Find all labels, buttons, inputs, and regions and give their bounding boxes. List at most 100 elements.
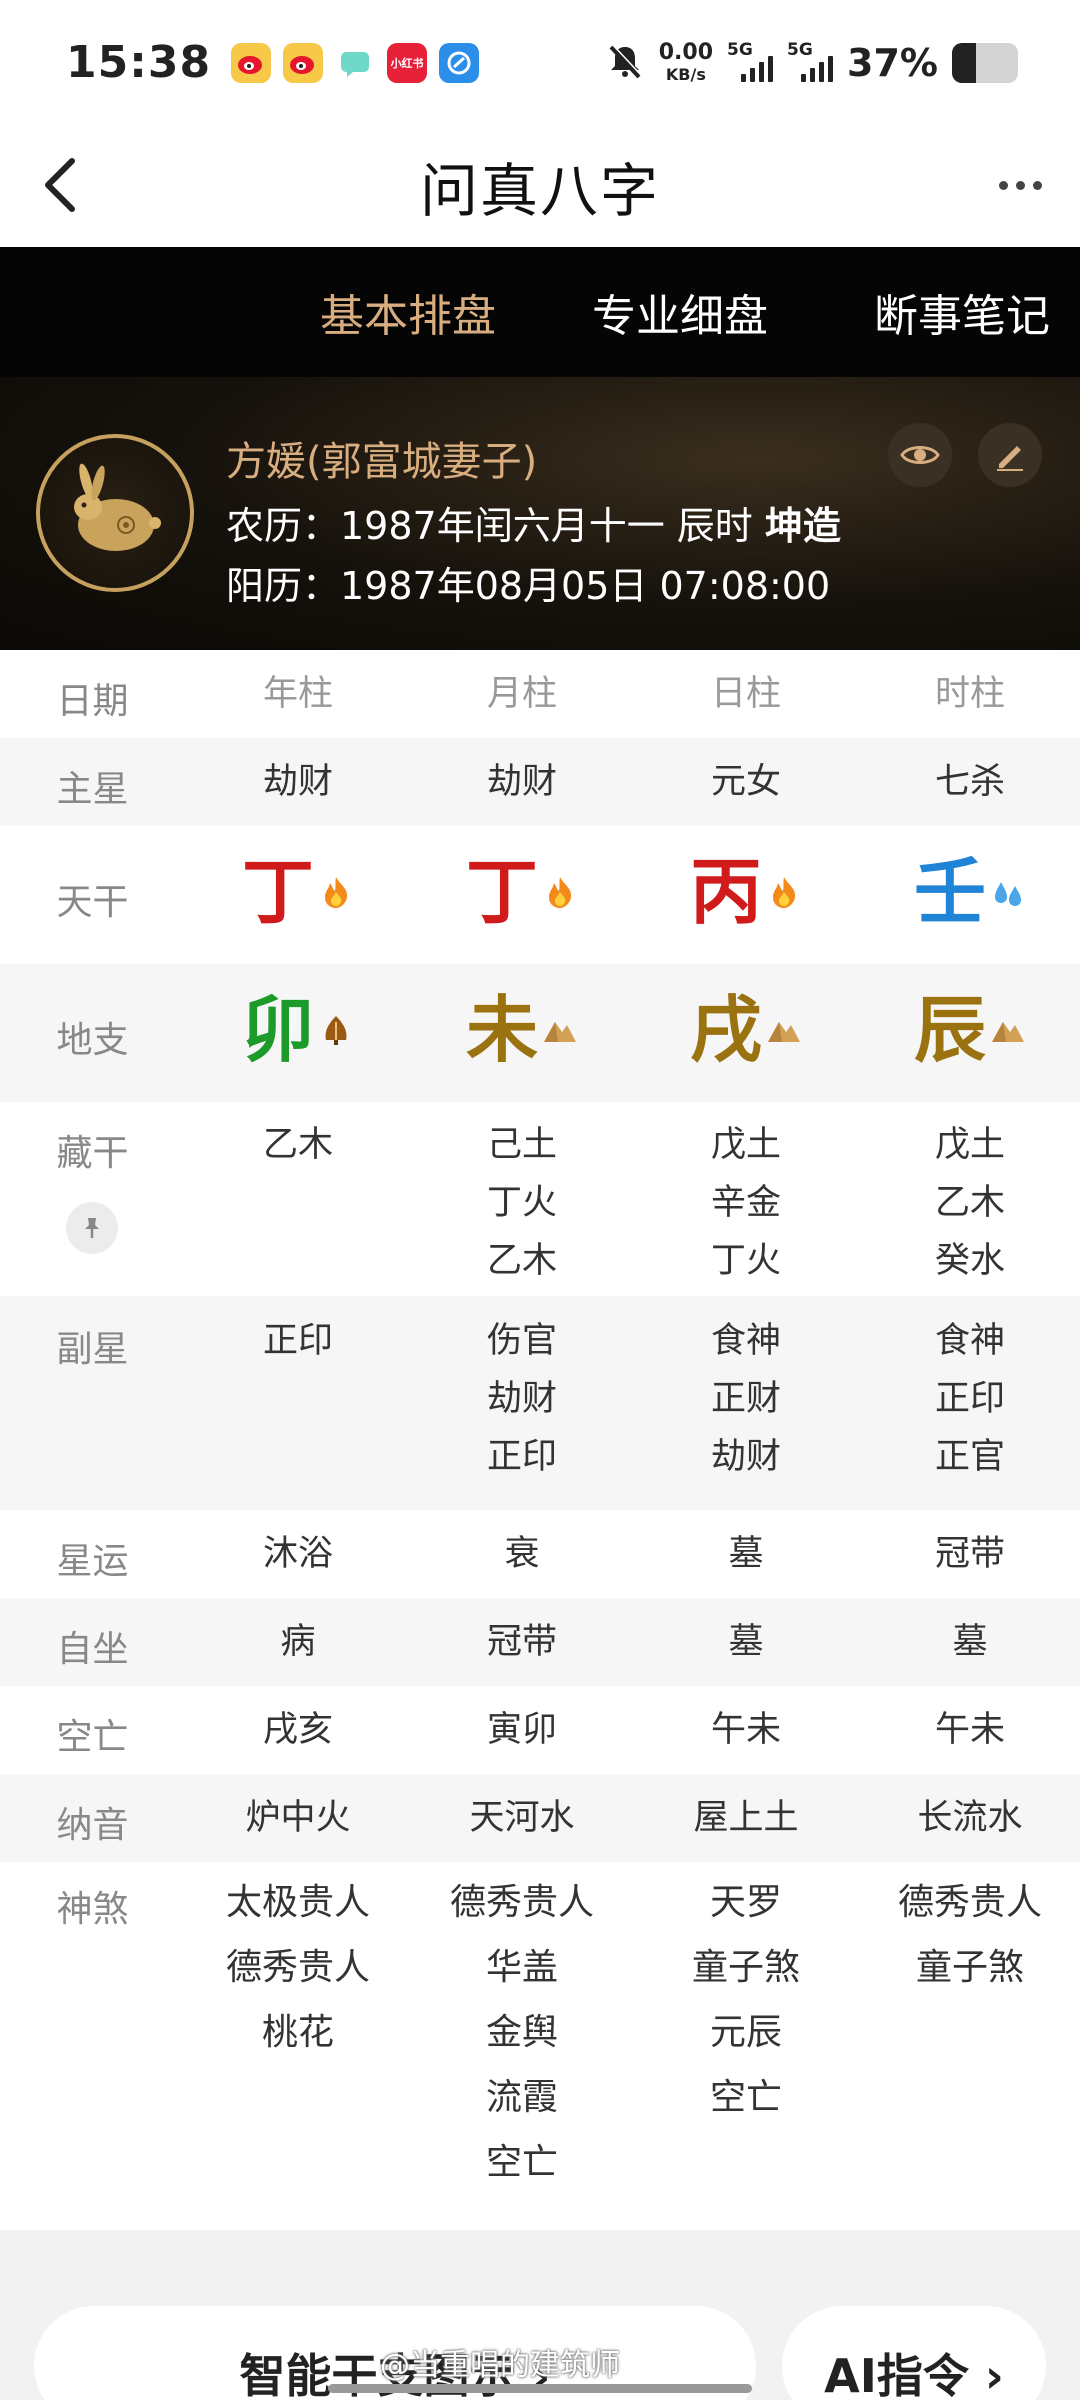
more-options-button[interactable]: [990, 155, 1050, 215]
edit-button[interactable]: [978, 423, 1042, 487]
battery-percent: 37%: [847, 40, 938, 85]
self-seat-cell: 墓: [634, 1613, 858, 1671]
shensha-item[interactable]: 天罗: [634, 1870, 858, 1935]
row-shensha: 神煞 太极贵人 德秀贵人 桃花 德秀贵人 华盖 金舆 流霞 空亡 天罗 童子煞 …: [0, 1862, 1080, 2212]
branch-cell-year[interactable]: 卯: [186, 994, 410, 1066]
stem-char-text: 丁: [465, 850, 538, 934]
row-label-main-star: 主星: [56, 769, 129, 810]
main-star-cell: 劫财: [410, 753, 634, 811]
sub-star-cell-day: 食神 正财 劫财: [634, 1312, 858, 1486]
shensha-item[interactable]: 元辰: [634, 2000, 858, 2065]
hidden-stem: 丁火: [486, 1183, 557, 1223]
wood-icon: [325, 1016, 347, 1045]
col-header-day: 日柱: [634, 665, 858, 723]
weibo-icon: [283, 42, 324, 83]
home-indicator[interactable]: [328, 2384, 752, 2393]
zodiac-rabbit-icon: [36, 434, 194, 592]
signal-bar: [750, 67, 756, 82]
gender-label: 坤造: [764, 504, 841, 548]
earth-icon: [544, 1022, 576, 1042]
branch-cell-hour[interactable]: 辰: [858, 994, 1080, 1066]
branch-cell-day[interactable]: 戌: [634, 994, 858, 1066]
title-bar: 问真八字: [0, 125, 1080, 247]
row-self-seat: 自坐 病 冠带 墓 墓: [0, 1598, 1080, 1686]
hidden-stem: 辛金: [710, 1183, 781, 1223]
shensha-item[interactable]: 桃花: [186, 2000, 410, 2065]
battery-icon: [952, 42, 1018, 83]
self-seat-text: 病: [280, 1622, 316, 1662]
tab-professional-chart[interactable]: 专业细盘: [592, 247, 768, 377]
signal-1-icon: 5G: [727, 40, 774, 82]
tab-notes[interactable]: 断事笔记: [874, 247, 1050, 377]
shensha-item[interactable]: 德秀贵人: [186, 1935, 410, 2000]
branch-char-text: 卯: [241, 988, 314, 1072]
hidden-stem-cell-hour: 戊土 乙木 癸水: [858, 1116, 1080, 1290]
tab-basic-chart[interactable]: 基本排盘: [320, 247, 496, 377]
stem-char-text: 丁: [241, 850, 314, 934]
branch-char: 卯: [242, 994, 354, 1066]
hidden-stem-cell-day: 戊土 辛金 丁火: [634, 1116, 858, 1290]
water-icon: [995, 882, 1021, 906]
battery-fill: [952, 42, 977, 83]
hidden-stem: 乙木: [934, 1183, 1005, 1223]
shensha-cell-year: 太极贵人 德秀贵人 桃花: [186, 1870, 410, 2065]
nayin-text: 屋上土: [693, 1798, 799, 1838]
signal-bar: [801, 73, 807, 82]
hidden-stem: 癸水: [934, 1241, 1005, 1281]
sub-star: 正印: [486, 1437, 557, 1477]
col-header-text: 日柱: [710, 674, 781, 714]
stem-cell-year[interactable]: 丁: [186, 856, 410, 928]
row-date-header: 日期 年柱 月柱 日柱 时柱: [0, 650, 1080, 738]
eye-icon: [900, 446, 940, 464]
shensha-item[interactable]: 德秀贵人: [858, 1870, 1080, 1935]
void-text: 戌亥: [262, 1710, 333, 1750]
network-speed: 0.00 KB/s: [659, 42, 713, 83]
shensha-item[interactable]: 德秀贵人: [410, 1870, 634, 1935]
shensha-item[interactable]: 童子煞: [858, 1935, 1080, 2000]
row-label-sub-star: 副星: [56, 1329, 129, 1370]
status-bar: 15:38 小红书 0.00 KB/s 5G 5G 37%: [0, 0, 1080, 125]
signal-2-label: 5G: [787, 39, 813, 60]
col-header-text: 年柱: [262, 674, 333, 714]
row-label-nayin: 纳音: [56, 1805, 129, 1846]
main-star-text: 劫财: [262, 762, 333, 802]
signal-bar: [810, 67, 816, 82]
ai-command-button[interactable]: AI指令 ›: [782, 2306, 1046, 2400]
branch-char-text: 戌: [689, 988, 762, 1072]
row-label-star-luck: 星运: [56, 1541, 129, 1582]
branch-cell-month[interactable]: 未: [410, 994, 634, 1066]
sub-star: 正印: [262, 1321, 333, 1361]
pin-button[interactable]: [66, 1202, 118, 1254]
branch-char: 戌: [690, 994, 802, 1066]
main-star-cell: 七杀: [858, 753, 1080, 811]
pin-icon: [85, 1218, 99, 1238]
col-header-month: 月柱: [410, 665, 634, 723]
col-header-text: 时柱: [934, 674, 1005, 714]
row-label-void: 空亡: [56, 1717, 129, 1758]
signal-bar: [759, 61, 765, 82]
stem-char: 丁: [242, 856, 354, 928]
shensha-item[interactable]: 太极贵人: [186, 1870, 410, 1935]
star-luck-cell: 衰: [410, 1525, 634, 1583]
sub-star: 伤官: [486, 1321, 557, 1361]
shensha-item[interactable]: 华盖: [410, 1935, 634, 2000]
mute-icon: [605, 41, 645, 85]
star-luck-cell: 沐浴: [186, 1525, 410, 1583]
shensha-item[interactable]: 金舆: [410, 2000, 634, 2065]
void-text: 午未: [710, 1710, 781, 1750]
self-seat-text: 冠带: [486, 1622, 557, 1662]
stem-cell-month[interactable]: 丁: [410, 856, 634, 928]
main-star-cell: 元女: [634, 753, 858, 811]
xiaohongshu-icon: 小红书: [387, 42, 428, 83]
back-button[interactable]: [30, 155, 90, 215]
eye-button[interactable]: [888, 423, 952, 487]
stem-char: 丁: [466, 856, 578, 928]
stem-cell-hour[interactable]: 壬: [858, 856, 1080, 928]
shensha-item[interactable]: 空亡: [410, 2130, 634, 2195]
stem-cell-day[interactable]: 丙: [634, 856, 858, 928]
shensha-item[interactable]: 流霞: [410, 2065, 634, 2130]
zodiac-emblem: [53, 451, 177, 575]
signal-bar: [828, 55, 834, 82]
shensha-item[interactable]: 童子煞: [634, 1935, 858, 2000]
shensha-item[interactable]: 空亡: [634, 2065, 858, 2130]
